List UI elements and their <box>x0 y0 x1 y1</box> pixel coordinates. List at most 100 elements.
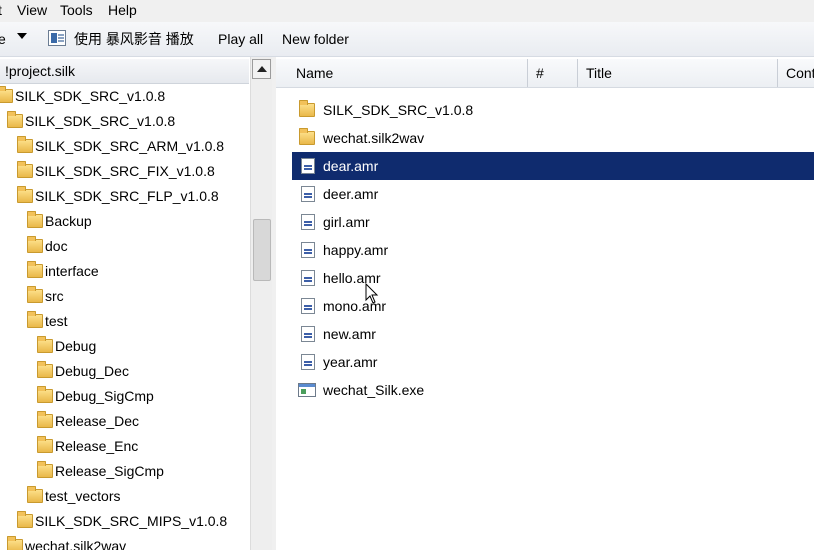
tree-item-label: SILK_SDK_SRC_ARM_v1.0.8 <box>35 138 225 154</box>
tree-header: !project.silk <box>0 59 249 84</box>
file-row[interactable]: happy.amr <box>292 236 814 264</box>
folder-icon <box>37 336 53 353</box>
folder-icon <box>27 261 43 278</box>
file-row[interactable]: wechat_Silk.exe <box>292 376 814 404</box>
folder-icon <box>37 411 53 428</box>
folder-icon <box>0 86 13 103</box>
folder-icon <box>7 536 23 550</box>
tree-item[interactable]: SILK_SDK_SRC_FIX_v1.0.8 <box>0 159 249 184</box>
folder-icon <box>37 436 53 453</box>
file-row[interactable]: girl.amr <box>292 208 814 236</box>
folder-icon <box>27 311 43 328</box>
file-name: deer.amr <box>323 186 379 202</box>
audio-file-icon <box>301 270 315 286</box>
column-contributing[interactable]: Cont <box>778 59 814 87</box>
menu-tools[interactable]: Tools <box>60 1 93 19</box>
folder-icon <box>37 386 53 403</box>
tree-item[interactable]: Debug_Dec <box>0 359 249 384</box>
scroll-thumb[interactable] <box>253 219 271 281</box>
toolbar: e 使用 暴风影音 播放 Play all New folder <box>0 22 814 57</box>
tree-item[interactable]: Release_Dec <box>0 409 249 434</box>
play-with-button[interactable]: 使用 暴风影音 播放 <box>74 30 194 48</box>
tree-item[interactable]: src <box>0 284 249 309</box>
tree-item-label: SILK_SDK_SRC_FIX_v1.0.8 <box>35 163 215 179</box>
tree-item-label: SILK_SDK_SRC_FLP_v1.0.8 <box>35 188 219 204</box>
file-name: happy.amr <box>323 242 389 258</box>
tree-item-label: Debug <box>55 338 97 354</box>
tree-item[interactable]: Debug <box>0 334 249 359</box>
file-name: new.amr <box>323 326 376 342</box>
tree-item-label: SILK_SDK_SRC_MIPS_v1.0.8 <box>35 513 228 529</box>
tree-item[interactable]: Backup <box>0 209 249 234</box>
file-row[interactable]: new.amr <box>292 320 814 348</box>
tree-item[interactable]: Release_Enc <box>0 434 249 459</box>
tree-item[interactable]: doc <box>0 234 249 259</box>
folder-icon <box>17 136 33 153</box>
folder-icon <box>27 236 43 253</box>
tree-item[interactable]: SILK_SDK_SRC_FLP_v1.0.8 <box>0 184 249 209</box>
tree-item[interactable]: SILK_SDK_SRC_v1.0.8 <box>0 109 249 134</box>
file-name: girl.amr <box>323 214 370 230</box>
tree-scrollbar[interactable] <box>250 57 272 550</box>
folder-icon <box>299 100 315 117</box>
column-header-row: Name # Title Cont <box>276 59 814 88</box>
column-name[interactable]: Name <box>276 59 528 87</box>
file-row[interactable]: dear.amr <box>292 152 814 180</box>
file-name: wechat_Silk.exe <box>323 382 425 398</box>
audio-file-icon <box>301 242 315 258</box>
folder-icon <box>17 186 33 203</box>
folder-icon <box>7 111 23 128</box>
file-name: SILK_SDK_SRC_v1.0.8 <box>323 102 474 118</box>
tree-item-label: src <box>45 288 64 304</box>
tree-item[interactable]: SILK_SDK_SRC_ARM_v1.0.8 <box>0 134 249 159</box>
tree-item[interactable]: Debug_SigCmp <box>0 384 249 409</box>
tree-item[interactable]: wechat.silk2wav <box>0 534 249 550</box>
folder-icon <box>17 511 33 528</box>
tree-item-label: SILK_SDK_SRC_v1.0.8 <box>25 113 176 129</box>
folder-icon <box>37 461 53 478</box>
tree-header-label[interactable]: !project.silk <box>5 62 75 80</box>
play-all-button[interactable]: Play all <box>218 30 263 48</box>
file-row[interactable]: year.amr <box>292 348 814 376</box>
folder-icon <box>27 211 43 228</box>
file-name: dear.amr <box>323 158 379 174</box>
folder-icon <box>17 161 33 178</box>
folder-icon <box>299 128 315 145</box>
tree-item-label: doc <box>45 238 68 254</box>
tree-item-label: wechat.silk2wav <box>25 538 127 550</box>
file-name: year.amr <box>323 354 378 370</box>
menu-file-partial[interactable]: t <box>0 1 2 19</box>
tree-item[interactable]: test_vectors <box>0 484 249 509</box>
menu-help[interactable]: Help <box>108 1 137 19</box>
column-title[interactable]: Title <box>578 59 778 87</box>
media-player-icon <box>48 30 66 46</box>
tree-item-label: SILK_SDK_SRC_v1.0.8 <box>15 88 166 104</box>
tree-item[interactable]: SILK_SDK_SRC_MIPS_v1.0.8 <box>0 509 249 534</box>
file-name: wechat.silk2wav <box>323 130 425 146</box>
file-row[interactable]: wechat.silk2wav <box>292 124 814 152</box>
tree-item-label: interface <box>45 263 99 279</box>
new-folder-button[interactable]: New folder <box>282 30 349 48</box>
column-number[interactable]: # <box>528 59 578 87</box>
tree-item[interactable]: interface <box>0 259 249 284</box>
chevron-down-icon[interactable] <box>17 33 27 39</box>
tree-item-label: test_vectors <box>45 488 121 504</box>
audio-file-icon <box>301 158 315 174</box>
tree-item-label: Release_Dec <box>55 413 140 429</box>
organize-button-partial[interactable]: e <box>0 30 6 48</box>
file-list: Name # Title Cont SILK_SDK_SRC_v1.0.8wec… <box>276 57 814 550</box>
tree-item-label: Release_SigCmp <box>55 463 164 479</box>
tree-item-label: Backup <box>45 213 92 229</box>
tree-item-label: Debug_SigCmp <box>55 388 154 404</box>
scroll-up-button[interactable] <box>252 59 271 79</box>
file-row[interactable]: deer.amr <box>292 180 814 208</box>
tree-item[interactable]: Release_SigCmp <box>0 459 249 484</box>
menu-bar: t View Tools Help <box>0 0 814 22</box>
tree-item[interactable]: test <box>0 309 249 334</box>
file-row[interactable]: SILK_SDK_SRC_v1.0.8 <box>292 96 814 124</box>
menu-view[interactable]: View <box>17 1 47 19</box>
folder-icon <box>37 361 53 378</box>
tree-item[interactable]: SILK_SDK_SRC_v1.0.8 <box>0 84 249 109</box>
audio-file-icon <box>301 354 315 370</box>
tree-item-label: test <box>45 313 68 329</box>
